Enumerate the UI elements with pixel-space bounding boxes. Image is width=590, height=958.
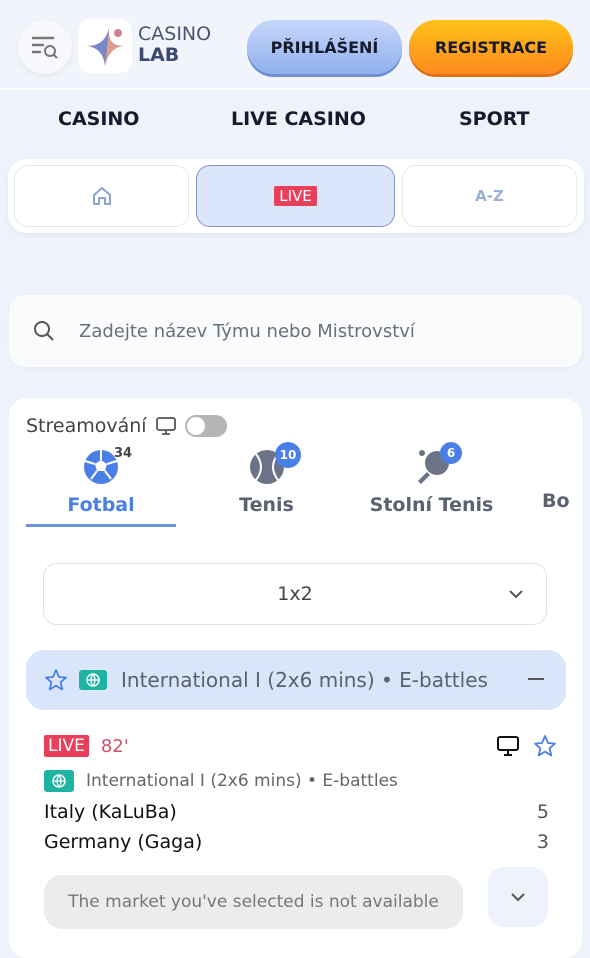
search-icon	[34, 321, 54, 341]
league-header[interactable]: International I (2x6 mins) • E-battles	[26, 650, 566, 710]
logo-line1: CASINO	[138, 23, 212, 45]
globe-icon	[79, 670, 107, 690]
monitor-icon[interactable]	[496, 735, 520, 757]
team-name: Germany (Gaga)	[44, 831, 203, 853]
league-name: International I (2x6 mins) • E-battles	[121, 668, 488, 692]
menu-search-button[interactable]	[18, 20, 72, 74]
segment-home[interactable]	[14, 165, 189, 227]
star-icon[interactable]	[44, 668, 68, 692]
logo-line2: LAB	[138, 44, 180, 66]
sport-label: Tenis	[239, 494, 294, 516]
search-input[interactable]	[79, 320, 559, 342]
team-name: Italy (KaLuBa)	[44, 801, 177, 823]
register-button[interactable]: REGISTRACE	[409, 20, 573, 74]
logo-text: CASINO LAB	[138, 24, 211, 66]
team-row: Germany (Gaga) 3	[44, 831, 549, 861]
expand-markets-button[interactable]	[488, 867, 548, 927]
live-badge: LIVE	[44, 735, 89, 757]
sport-tab-fotbal[interactable]: 34 Fotbal	[26, 446, 176, 527]
logo[interactable]	[78, 19, 132, 73]
events-card: Streamování 34 Fotbal 10 Tenis 6 Stolní …	[9, 398, 582, 958]
sport-label: Stolní Tenis	[369, 494, 494, 516]
search-bar	[9, 295, 582, 367]
nav-casino[interactable]: CASINO	[58, 108, 139, 130]
fotbal-count: 34	[114, 446, 133, 461]
globe-icon	[44, 770, 74, 792]
header: CASINO LAB PŘIHLÁŠENÍ REGISTRACE	[0, 0, 590, 90]
match-minute: 82'	[100, 735, 129, 757]
collapse-icon[interactable]	[528, 678, 544, 680]
market-select-value: 1x2	[277, 583, 313, 605]
stolni-tenis-count: 6	[440, 442, 462, 464]
nav-sport[interactable]: SPORT	[459, 108, 530, 130]
team-row: Italy (KaLuBa) 5	[44, 801, 549, 831]
monitor-icon	[155, 417, 176, 435]
streaming-toggle[interactable]	[184, 415, 227, 437]
streaming-label: Streamování	[26, 415, 147, 437]
star-logo-icon	[87, 28, 123, 66]
sport-tab-more[interactable]: Bo	[542, 448, 582, 512]
sport-segments: LIVE A-Z	[8, 159, 584, 233]
sport-tab-tenis[interactable]: 10 Tenis	[209, 442, 324, 516]
team-score: 5	[536, 801, 549, 823]
sport-label: Bo	[542, 490, 570, 512]
match-league: International I (2x6 mins) • E-battles	[86, 771, 398, 791]
sport-tab-stolni-tenis[interactable]: 6 Stolní Tenis	[364, 442, 499, 516]
chevron-down-icon	[511, 893, 525, 902]
live-badge: LIVE	[274, 186, 317, 206]
segment-az[interactable]: A-Z	[402, 165, 577, 227]
segment-live[interactable]: LIVE	[196, 165, 395, 227]
login-button[interactable]: PŘIHLÁŠENÍ	[247, 20, 402, 74]
active-tab-indicator	[26, 524, 176, 527]
nav-live-casino[interactable]: LIVE CASINO	[231, 108, 366, 130]
menu-search-icon	[31, 36, 58, 59]
star-icon[interactable]	[533, 734, 557, 758]
chevron-down-icon	[509, 590, 523, 599]
team-score: 3	[536, 831, 549, 853]
tenis-count: 10	[275, 442, 301, 468]
market-select[interactable]: 1x2	[43, 563, 547, 625]
sport-label: Fotbal	[67, 494, 135, 516]
streaming-row: Streamování	[26, 415, 227, 437]
match-item[interactable]: LIVE 82' International I (2x6 mins) • E-…	[44, 733, 556, 929]
market-unavailable-message: The market you've selected is not availa…	[44, 875, 463, 929]
home-icon	[92, 187, 111, 205]
